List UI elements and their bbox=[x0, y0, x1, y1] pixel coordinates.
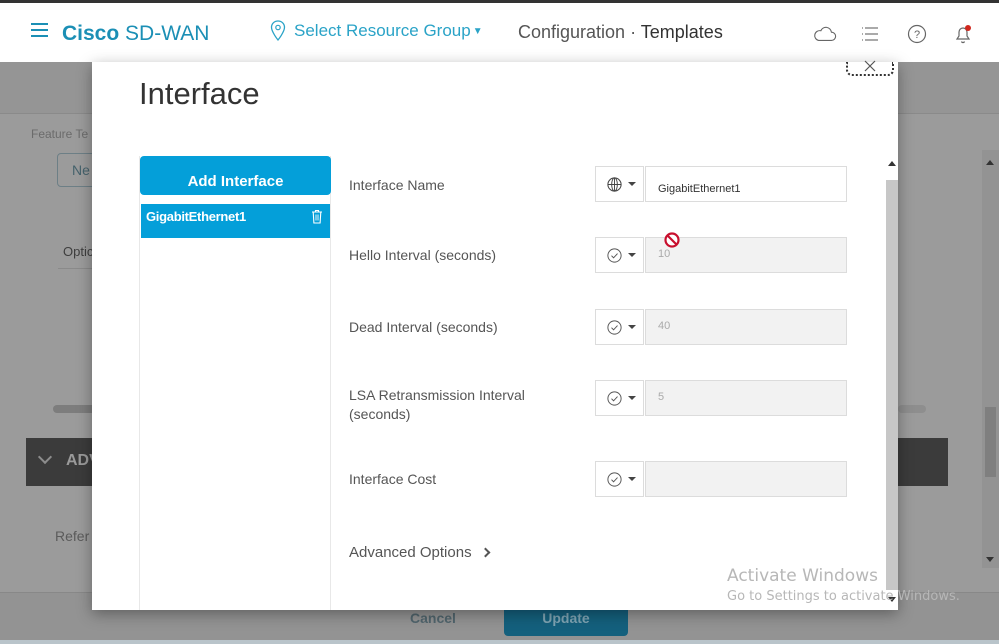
globe-icon bbox=[607, 176, 622, 192]
reference-text: Refer bbox=[55, 528, 90, 544]
check-circle-icon bbox=[607, 247, 622, 263]
lsa-retransmission-input[interactable]: 5 bbox=[645, 380, 847, 416]
feature-template-label: Feature Te bbox=[31, 127, 89, 141]
field-label: LSA Retransmission Interval (seconds) bbox=[349, 386, 525, 424]
scope-dropdown[interactable] bbox=[595, 237, 644, 273]
scope-dropdown[interactable] bbox=[595, 166, 644, 202]
trash-icon[interactable] bbox=[311, 209, 323, 224]
brand-bold: Cisco bbox=[62, 22, 120, 45]
breadcrumb: Configuration · Templates bbox=[518, 22, 723, 43]
caret-down-icon bbox=[628, 325, 636, 329]
close-button[interactable] bbox=[846, 60, 894, 76]
scroll-up-arrow-icon[interactable] bbox=[888, 161, 896, 166]
top-navigation-bar: Cisco SD-WAN Select Resource Group ▼ Con… bbox=[0, 0, 999, 62]
not-allowed-cursor-icon bbox=[664, 232, 680, 248]
field-label: Dead Interval (seconds) bbox=[349, 319, 498, 335]
resource-group-selector[interactable]: Select Resource Group ▼ bbox=[270, 20, 483, 42]
brand-rest: SD-WAN bbox=[125, 22, 210, 45]
bell-icon[interactable] bbox=[951, 23, 975, 45]
scope-dropdown[interactable] bbox=[595, 309, 644, 345]
modal-vertical-scrollbar[interactable] bbox=[886, 156, 898, 608]
breadcrumb-page: Templates bbox=[640, 22, 723, 42]
interface-list-panel: Add Interface GigabitEthernet1 bbox=[139, 156, 331, 610]
advanced-options-toggle[interactable]: Advanced Options bbox=[349, 544, 491, 561]
windows-activation-watermark: Activate Windows Go to Settings to activ… bbox=[727, 566, 960, 604]
interface-name: GigabitEthernet1 bbox=[146, 209, 246, 224]
scroll-down-arrow-icon bbox=[986, 557, 994, 562]
caret-down-icon bbox=[628, 477, 636, 481]
watermark-subtitle: Go to Settings to activate Windows. bbox=[727, 589, 960, 604]
resource-group-label: Select Resource Group bbox=[294, 21, 471, 40]
interface-name-input[interactable] bbox=[645, 166, 847, 202]
menu-icon[interactable] bbox=[31, 23, 48, 37]
help-icon[interactable]: ? bbox=[905, 23, 929, 45]
scrollbar-thumb[interactable] bbox=[886, 180, 898, 590]
cloud-icon[interactable] bbox=[813, 23, 837, 45]
check-circle-icon bbox=[607, 319, 622, 335]
check-circle-icon bbox=[607, 471, 622, 487]
svg-text:?: ? bbox=[914, 29, 920, 41]
watermark-title: Activate Windows bbox=[727, 566, 878, 586]
dead-interval-input[interactable]: 40 bbox=[645, 309, 847, 345]
field-label-line1: LSA Retransmission Interval bbox=[349, 387, 525, 403]
bottom-strip bbox=[0, 640, 999, 644]
caret-down-icon: ▼ bbox=[472, 25, 483, 37]
scroll-up-arrow-icon bbox=[986, 160, 994, 165]
cancel-button: Cancel bbox=[410, 610, 456, 626]
interface-list-item[interactable]: GigabitEthernet1 bbox=[141, 204, 330, 238]
add-interface-button[interactable]: Add Interface bbox=[140, 156, 331, 195]
list-icon[interactable] bbox=[859, 23, 883, 45]
scope-dropdown[interactable] bbox=[595, 461, 644, 497]
modal-title: Interface bbox=[139, 76, 260, 111]
app-brand: Cisco SD-WAN bbox=[62, 22, 209, 46]
breadcrumb-section: Configuration bbox=[518, 22, 626, 42]
location-pin-icon bbox=[270, 20, 286, 42]
scrollbar-thumb bbox=[985, 407, 996, 477]
close-icon bbox=[864, 60, 876, 72]
interface-cost-input[interactable] bbox=[645, 461, 847, 497]
chevron-right-icon bbox=[480, 547, 491, 558]
caret-down-icon bbox=[628, 182, 636, 186]
field-label-line2: (seconds) bbox=[349, 406, 411, 422]
field-label: Interface Name bbox=[349, 177, 445, 193]
field-label: Interface Cost bbox=[349, 471, 437, 487]
advanced-options-label: Advanced Options bbox=[349, 544, 472, 561]
check-circle-icon bbox=[607, 390, 622, 406]
chevron-down-icon bbox=[37, 449, 53, 465]
option-column-header: Optic bbox=[63, 244, 94, 259]
header-actions: ? bbox=[813, 23, 975, 45]
field-label: Hello Interval (seconds) bbox=[349, 247, 497, 263]
caret-down-icon bbox=[628, 396, 636, 400]
scope-dropdown[interactable] bbox=[595, 380, 644, 416]
interface-modal: Interface Add Interface GigabitEthernet1… bbox=[92, 60, 898, 610]
horizontal-scrollbar-end bbox=[898, 405, 926, 413]
breadcrumb-separator: · bbox=[630, 22, 637, 42]
page-vertical-scrollbar bbox=[982, 150, 999, 568]
caret-down-icon bbox=[628, 253, 636, 257]
